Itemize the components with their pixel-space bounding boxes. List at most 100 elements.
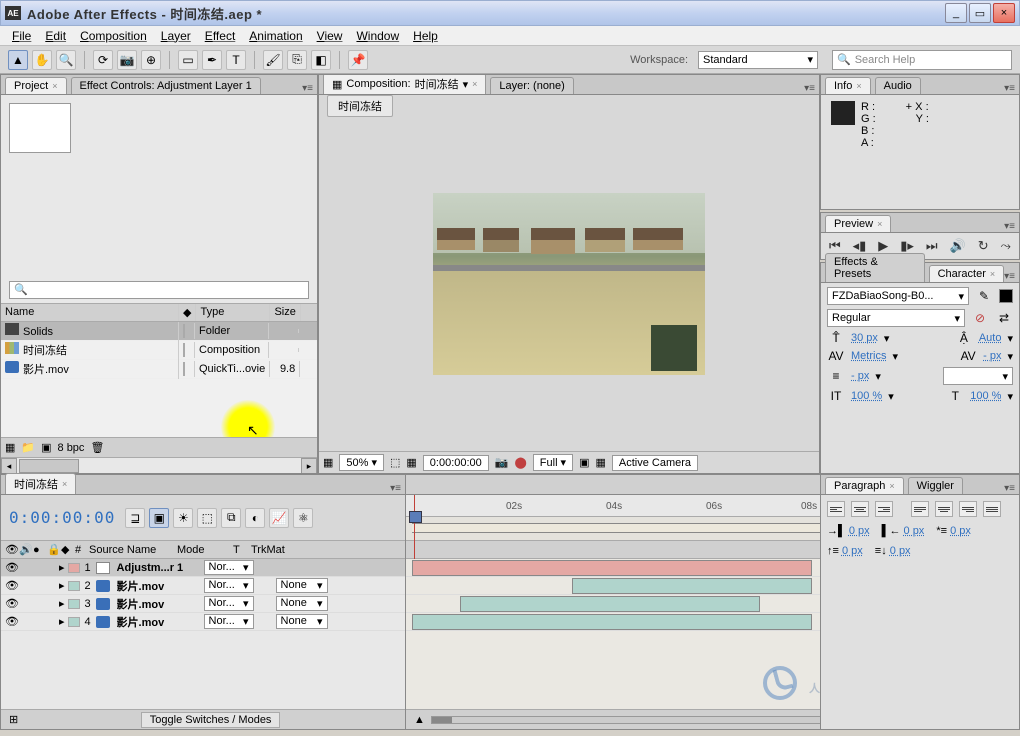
new-folder-icon[interactable]: 📁 bbox=[21, 441, 35, 454]
tab-timeline[interactable]: 时间冻结× bbox=[5, 473, 76, 494]
justify-left-button[interactable] bbox=[911, 501, 929, 517]
search-layers-icon[interactable]: ⊒ bbox=[125, 508, 145, 528]
trash-icon[interactable]: 🗑 bbox=[90, 441, 104, 454]
zoom-tool[interactable]: 🔍 bbox=[56, 50, 76, 70]
menu-animation[interactable]: Animation bbox=[243, 27, 308, 45]
tab-preview[interactable]: Preview× bbox=[825, 215, 891, 232]
pen-tool[interactable]: ✒ bbox=[202, 50, 222, 70]
menu-effect[interactable]: Effect bbox=[199, 27, 241, 45]
label-color[interactable] bbox=[68, 581, 80, 591]
prev-frame-button[interactable]: ◂▮ bbox=[853, 238, 867, 254]
workspace-select[interactable]: Standard ▾ bbox=[698, 51, 818, 69]
menu-help[interactable]: Help bbox=[407, 27, 444, 45]
menu-window[interactable]: Window bbox=[350, 27, 405, 45]
col-size[interactable]: Size bbox=[270, 304, 300, 321]
label-color[interactable] bbox=[68, 599, 80, 609]
leading[interactable]: Auto bbox=[979, 332, 1002, 344]
vertical-scale[interactable]: 100 % bbox=[851, 390, 882, 402]
layer-duration-bar[interactable] bbox=[572, 578, 812, 594]
tab-effect-controls[interactable]: Effect Controls: Adjustment Layer 1 bbox=[71, 77, 261, 94]
channel-icon[interactable]: ⬤ bbox=[514, 456, 526, 469]
project-row[interactable]: 影片.mov QuickTi...ovie 9.8 bbox=[1, 360, 317, 379]
interpret-footage-icon[interactable]: ▦ bbox=[5, 441, 15, 454]
stroke-style[interactable]: ▾ bbox=[943, 367, 1013, 385]
trkmat-select[interactable]: None▾ bbox=[276, 596, 328, 611]
next-frame-button[interactable]: ▮▸ bbox=[900, 238, 914, 254]
maximize-button[interactable]: ▭ bbox=[969, 3, 991, 23]
scroll-right[interactable]: ▸ bbox=[301, 458, 317, 474]
layer-duration-bar[interactable] bbox=[412, 614, 812, 630]
loop-button[interactable]: ↻ bbox=[978, 238, 989, 254]
visibility-toggle[interactable]: 👁 bbox=[5, 561, 17, 574]
shy-icon[interactable]: ☀ bbox=[173, 508, 193, 528]
panel-menu-icon[interactable]: ▾≡ bbox=[302, 83, 313, 94]
label-color[interactable] bbox=[183, 343, 185, 357]
bpc-button[interactable]: 8 bpc bbox=[58, 442, 85, 454]
expand-icon[interactable]: ⊞ bbox=[9, 713, 18, 726]
tab-info[interactable]: Info× bbox=[825, 77, 871, 94]
tab-effects-presets[interactable]: Effects & Presets bbox=[825, 253, 925, 282]
tab-project[interactable]: Project× bbox=[5, 77, 67, 94]
viewer[interactable] bbox=[319, 117, 819, 451]
camera-select[interactable]: Active Camera bbox=[612, 455, 698, 471]
col-trkmat[interactable]: TrkMat bbox=[247, 544, 303, 556]
project-row[interactable]: 时间冻结 Composition bbox=[1, 341, 317, 360]
project-list[interactable]: Solids Folder 时间冻结 Composition 影片.mov Qu… bbox=[1, 322, 317, 438]
justify-center-button[interactable] bbox=[935, 501, 953, 517]
label-color[interactable] bbox=[68, 617, 80, 627]
project-search[interactable]: 🔍 bbox=[9, 281, 309, 299]
blend-mode-select[interactable]: Nor...▾ bbox=[204, 596, 254, 611]
play-button[interactable]: ▶ bbox=[878, 238, 888, 254]
horizontal-scale[interactable]: 100 % bbox=[970, 390, 1001, 402]
swap-colors-icon[interactable]: ⇄ bbox=[995, 311, 1013, 325]
label-color[interactable] bbox=[183, 324, 185, 338]
menu-edit[interactable]: Edit bbox=[39, 27, 72, 45]
layer-duration-bar[interactable] bbox=[460, 596, 760, 612]
blend-mode-select[interactable]: Nor...▾ bbox=[204, 560, 254, 575]
brainstorm-icon[interactable]: ⚛ bbox=[293, 508, 313, 528]
indent-left[interactable]: 0 px bbox=[849, 525, 870, 537]
mute-button[interactable]: 🔊 bbox=[950, 238, 966, 254]
camera-tool[interactable]: 📷 bbox=[117, 50, 137, 70]
mask-icon[interactable]: ▦ bbox=[406, 456, 416, 469]
rectangle-tool[interactable]: ▭ bbox=[178, 50, 198, 70]
space-after[interactable]: 0 px bbox=[890, 545, 911, 557]
menu-layer[interactable]: Layer bbox=[155, 27, 197, 45]
graph-icon[interactable]: 📈 bbox=[269, 508, 289, 528]
snapshot-icon[interactable]: 📷 bbox=[495, 456, 509, 469]
h-scrollbar[interactable]: ◂ ▸ bbox=[1, 457, 317, 473]
toggle-switches-button[interactable]: Toggle Switches / Modes bbox=[141, 712, 281, 728]
tab-paragraph[interactable]: Paragraph× bbox=[825, 477, 904, 494]
panel-menu-icon[interactable]: ▾≡ bbox=[390, 483, 401, 494]
panel-menu-icon[interactable]: ▾≡ bbox=[1004, 483, 1015, 494]
eyedropper-icon[interactable]: ✎ bbox=[975, 289, 993, 303]
clone-tool[interactable]: ⎘ bbox=[287, 50, 307, 70]
selection-tool[interactable]: ▲ bbox=[8, 50, 28, 70]
panel-menu-icon[interactable]: ▾≡ bbox=[1004, 83, 1015, 94]
col-type[interactable]: Type bbox=[196, 304, 270, 321]
zoom-out-icon[interactable]: ▲ bbox=[414, 714, 425, 726]
col-name[interactable]: Name bbox=[1, 304, 179, 321]
visibility-toggle[interactable]: 👁 bbox=[5, 579, 17, 592]
first-frame-button[interactable]: ⏮ bbox=[829, 238, 841, 254]
justify-right-button[interactable] bbox=[959, 501, 977, 517]
project-row[interactable]: Solids Folder bbox=[1, 322, 317, 341]
resolution-icon[interactable]: ⬚ bbox=[390, 456, 400, 469]
close-button[interactable]: × bbox=[993, 3, 1015, 23]
zoom-select[interactable]: 50%▾ bbox=[339, 454, 384, 471]
transparency-icon[interactable]: ▦ bbox=[595, 456, 605, 469]
comp-button[interactable]: ▣ bbox=[149, 508, 169, 528]
panel-menu-icon[interactable]: ▾≡ bbox=[1004, 271, 1015, 282]
label-color[interactable] bbox=[68, 563, 80, 573]
trkmat-select[interactable]: None▾ bbox=[276, 578, 328, 593]
menu-composition[interactable]: Composition bbox=[74, 27, 153, 45]
blend-mode-select[interactable]: Nor...▾ bbox=[204, 578, 254, 593]
tab-layer[interactable]: Layer: (none) bbox=[490, 77, 573, 94]
trkmat-select[interactable]: None▾ bbox=[276, 614, 328, 629]
puppet-tool[interactable]: 📌 bbox=[348, 50, 368, 70]
menu-file[interactable]: File bbox=[6, 27, 37, 45]
menu-view[interactable]: View bbox=[311, 27, 349, 45]
frame-blend-icon[interactable]: ⧉ bbox=[221, 508, 241, 528]
stroke-width[interactable]: - px bbox=[851, 370, 869, 382]
no-fill-icon[interactable]: ⊘ bbox=[971, 311, 989, 325]
